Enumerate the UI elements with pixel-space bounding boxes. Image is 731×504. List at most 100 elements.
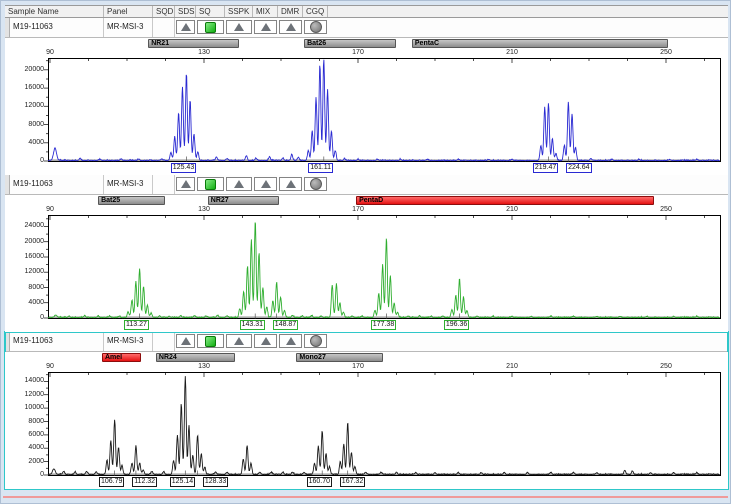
flag-cell-sqd[interactable] (153, 18, 175, 37)
flag-box-sds[interactable] (176, 334, 195, 348)
marker-bar-pentac[interactable]: PentaC (412, 39, 668, 48)
flag-box-cgq[interactable] (304, 20, 327, 34)
flag-box-mix[interactable] (254, 20, 277, 34)
header-col-panel[interactable]: Panel (104, 6, 153, 17)
electropherogram[interactable]: NR21Bat26PentaC 90130170210250 125.43161… (5, 38, 728, 175)
marker-bar-row: Amel NR24 Mono27 (5, 352, 728, 363)
trace-plot[interactable] (41, 57, 721, 163)
flag-box-sds[interactable] (176, 20, 195, 34)
sample-row[interactable]: M19-11063 MR-MSI-3 (5, 175, 728, 195)
y-tick-label: 4000 (5, 299, 44, 307)
peak-size-label[interactable]: 148.87 (273, 320, 298, 330)
sample-name-cell[interactable]: M19-11063 (10, 175, 104, 194)
flag-box-dmr[interactable] (279, 334, 302, 348)
sample-panel: M19-11063 MR-MSI-3 NR21Bat26PentaC 90130… (5, 18, 728, 175)
table-header-row: Sample Name Panel SQD SDS SQ SSPK MIX DM… (5, 5, 728, 18)
panel-name-cell[interactable]: MR-MSI-3 (104, 332, 153, 351)
y-tick-label: 12000 (5, 268, 44, 276)
peak-size-label[interactable]: 196.36 (444, 320, 469, 330)
peak-size-label[interactable]: 224.64 (566, 163, 591, 173)
flag-box-cgq[interactable] (304, 334, 327, 348)
header-col-sq[interactable]: SQ (196, 6, 225, 17)
header-col-sspk[interactable]: SSPK (225, 6, 253, 17)
warning-triangle-icon (286, 337, 296, 345)
trace-plot[interactable] (41, 214, 721, 320)
header-col-sqd[interactable]: SQD (153, 6, 175, 17)
gray-circle-icon (310, 178, 322, 190)
header-col-dmr[interactable]: DMR (278, 6, 303, 17)
header-col-sample-name[interactable]: Sample Name (5, 6, 104, 17)
marker-bar-amel[interactable]: Amel (102, 353, 141, 362)
peak-size-label[interactable]: 106.79 (99, 477, 124, 487)
gray-circle-icon (310, 335, 322, 347)
flag-box-dmr[interactable] (279, 20, 302, 34)
marker-bar-bat25[interactable]: Bat25 (98, 196, 165, 205)
y-tick-label: 4000 (5, 444, 44, 452)
peak-size-label[interactable]: 219.47 (533, 163, 558, 173)
row-filler (328, 332, 728, 351)
header-col-sds[interactable]: SDS (175, 6, 196, 17)
y-tick-label: 2000 (5, 458, 44, 466)
flag-box-sq[interactable] (197, 20, 224, 34)
y-tick-label: 12000 (5, 391, 44, 399)
flag-box-mix[interactable] (254, 334, 277, 348)
peak-size-label[interactable]: 161.11 (308, 163, 333, 173)
sample-row[interactable]: M19-11063 MR-MSI-3 (5, 18, 728, 38)
y-tick-label: 16000 (5, 84, 44, 92)
sample-name-cell[interactable]: M19-11063 (10, 18, 104, 37)
flag-cells (175, 175, 328, 194)
sample-row[interactable]: M19-11063 MR-MSI-3 (5, 332, 728, 352)
sample-name-cell[interactable]: M19-11063 (10, 332, 104, 351)
flag-box-cgq[interactable] (304, 177, 327, 191)
flag-box-sspk[interactable] (226, 334, 252, 348)
peak-size-label[interactable]: 112.32 (132, 477, 157, 487)
flag-box-dmr[interactable] (279, 177, 302, 191)
x-tick-label: 170 (345, 363, 371, 371)
x-tick-label: 130 (191, 363, 217, 371)
peak-size-label[interactable]: 160.70 (307, 477, 332, 487)
flag-box-mix[interactable] (254, 177, 277, 191)
peak-size-label[interactable]: 128.33 (203, 477, 228, 487)
peak-size-label[interactable]: 177.38 (371, 320, 396, 330)
y-tick-label: 8000 (5, 121, 44, 129)
row-filler (328, 175, 728, 194)
flag-box-sq[interactable] (197, 334, 224, 348)
sample-name: M19-11063 (13, 179, 53, 188)
marker-bar-nr27[interactable]: NR27 (208, 196, 279, 205)
panel-name-cell[interactable]: MR-MSI-3 (104, 175, 153, 194)
x-tick-label: 250 (653, 363, 679, 371)
peak-size-label[interactable]: 125.14 (170, 477, 195, 487)
trace-plot[interactable] (41, 371, 721, 477)
header-col-mix[interactable]: MIX (253, 6, 278, 17)
y-tick-label: 16000 (5, 253, 44, 261)
row-filler (328, 18, 728, 37)
flag-box-sspk[interactable] (226, 20, 252, 34)
peak-size-label[interactable]: 113.27 (124, 320, 149, 330)
flag-cell-sqd[interactable] (153, 175, 175, 194)
flag-box-sds[interactable] (176, 177, 195, 191)
electropherogram[interactable]: Bat25NR27PentaD 90130170210250 113.27143… (5, 195, 728, 332)
warning-triangle-icon (261, 23, 271, 31)
marker-bar-bat26[interactable]: Bat26 (304, 39, 396, 48)
warning-triangle-icon (286, 180, 296, 188)
sample-table: Sample Name Panel SQD SDS SQ SSPK MIX DM… (5, 5, 728, 489)
marker-bar-nr24[interactable]: NR24 (156, 353, 235, 362)
header-col-cgq[interactable]: CGQ (303, 6, 328, 17)
flag-cells (175, 18, 328, 37)
y-tick-label: 20000 (5, 66, 44, 74)
flag-box-sspk[interactable] (226, 177, 252, 191)
x-tick-label: 210 (499, 49, 525, 57)
peak-size-label[interactable]: 143.31 (240, 320, 265, 330)
marker-bar-nr21[interactable]: NR21 (148, 39, 239, 48)
panel-name-cell[interactable]: MR-MSI-3 (104, 18, 153, 37)
marker-bar-pentad[interactable]: PentaD (356, 196, 654, 205)
gray-circle-icon (310, 21, 322, 33)
marker-bar-mono27[interactable]: Mono27 (296, 353, 383, 362)
flag-cell-sqd[interactable] (153, 332, 175, 351)
warning-triangle-icon (181, 180, 191, 188)
peak-size-label[interactable]: 167.32 (340, 477, 365, 487)
flag-box-sq[interactable] (197, 177, 224, 191)
electropherogram[interactable]: AmelNR24Mono27 90130170210250 106.79112.… (5, 352, 728, 489)
peak-size-label[interactable]: 125.43 (171, 163, 196, 173)
sample-panel: M19-11063 MR-MSI-3 AmelNR24Mono27 901301… (5, 332, 728, 489)
